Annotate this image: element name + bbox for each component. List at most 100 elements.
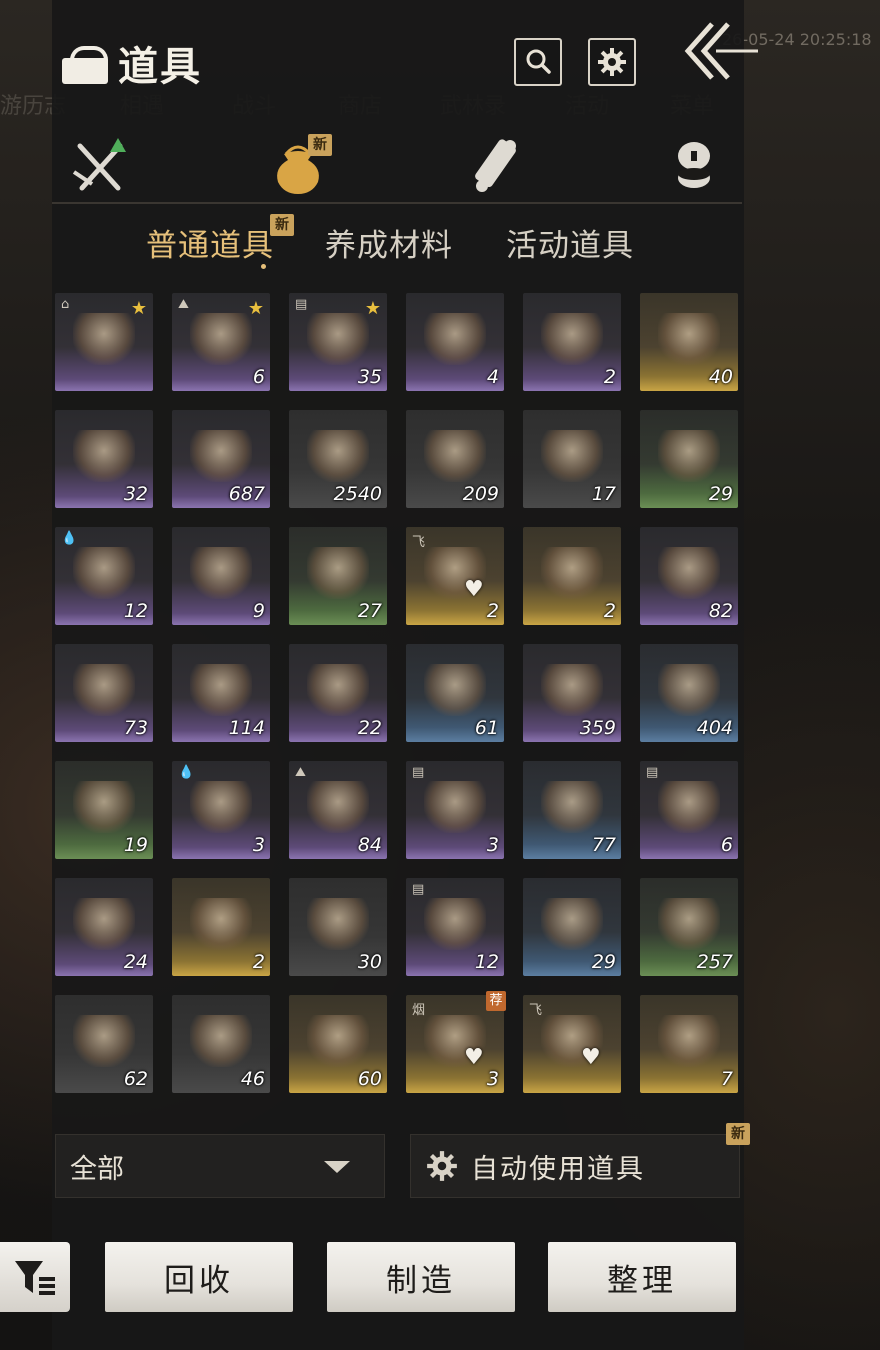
item-slot-red-envelope[interactable]: 22 [289, 644, 387, 742]
item-count: 359 [579, 717, 616, 739]
item-slot-ornate-token[interactable]: 32 [55, 410, 153, 508]
item-slot-spirit-shard[interactable]: 2 [523, 527, 621, 625]
item-slot-firewood[interactable]: 2540 [289, 410, 387, 508]
item-slot-bamboo-slips[interactable]: ⛰ ★ 6 [172, 293, 270, 391]
item-slot-gravel-pile[interactable]: 29 [640, 410, 738, 508]
war-horn-icon [541, 781, 603, 833]
wardrobe-chest-icon [658, 547, 720, 599]
tab-items[interactable]: 新 [262, 130, 334, 202]
tab-common-items[interactable]: 普通道具 [146, 220, 274, 265]
settings-button[interactable] [588, 38, 636, 86]
painting-scroll-icon [424, 664, 486, 716]
filter-button[interactable] [0, 1242, 70, 1312]
wild-fruit-icon [73, 1015, 135, 1067]
item-slot-carved-chest[interactable]: 687 [172, 410, 270, 508]
item-slot-wild-fruit[interactable]: 62 [55, 995, 153, 1093]
new-badge: 新 [308, 134, 332, 156]
item-count: 24 [123, 951, 148, 973]
item-slot-wardrobe-chest[interactable]: 82 [640, 527, 738, 625]
bamboo-slips-icon [73, 313, 135, 365]
item-tag: ▤ [646, 765, 659, 780]
spirit-shard-icon [190, 898, 252, 950]
recommended-badge: 荐 [486, 991, 506, 1011]
item-count: 60 [357, 1068, 382, 1090]
iron-ore-icon [424, 430, 486, 482]
item-count: 2 [486, 600, 499, 622]
category-tabs: 新 [52, 130, 742, 204]
item-slot-fabric-box[interactable]: 9 [172, 527, 270, 625]
auto-use-label: 自动使用道具 [471, 1153, 645, 1185]
item-slot-lantern-chest[interactable]: 2 [523, 293, 621, 391]
item-slot-manual-page[interactable]: ▤ ★ 35 [289, 293, 387, 391]
auto-use-button[interactable]: 自动使用道具 新 [410, 1123, 750, 1198]
back-button[interactable] [680, 20, 760, 82]
item-slot-porcelain-jar[interactable]: 29 [523, 878, 621, 976]
item-tag: 烟 [412, 1003, 426, 1018]
manual-page-icon [424, 781, 486, 833]
tab-event-items[interactable]: 活动道具 [506, 220, 634, 265]
item-slot-seed-sack[interactable]: 46 [172, 995, 270, 1093]
item-slot-iron-ore[interactable]: 209 [406, 410, 504, 508]
item-slot-magnifier-chest[interactable]: 4 [406, 293, 504, 391]
item-slot-dumpling-soup[interactable]: 💧 12 [55, 527, 153, 625]
item-slot-dye-box[interactable]: 404 [640, 644, 738, 742]
item-slot-jade-pendant[interactable]: 27 [289, 527, 387, 625]
item-slot-wardrobe-chest[interactable]: 114 [172, 644, 270, 742]
item-count: 6 [252, 366, 265, 388]
item-slot-purple-petals[interactable]: 257 [640, 878, 738, 976]
item-tag: ⌂ [61, 297, 70, 312]
tab-currency[interactable] [658, 130, 730, 202]
soap-box-icon [73, 664, 135, 716]
spirit-shard-icon [541, 547, 603, 599]
item-slot-wine-jar[interactable]: 30 [289, 878, 387, 976]
firewood-icon [307, 430, 369, 482]
item-slot-clay-pot-stew[interactable]: ⛰ 84 [289, 761, 387, 859]
item-slot-war-horn[interactable]: 77 [523, 761, 621, 859]
item-slot-seal-plaque[interactable]: 24 [55, 878, 153, 976]
tab-scrolls[interactable] [460, 130, 532, 202]
item-count: 2 [252, 951, 265, 973]
item-tag: ▤ [295, 297, 308, 312]
gift-box-icon [60, 40, 110, 86]
craft-button[interactable]: 制造 [327, 1242, 515, 1312]
item-slot-animal-pelt[interactable]: 17 [523, 410, 621, 508]
new-badge: 新 [270, 214, 294, 236]
item-slot-manual-page[interactable]: ▤ 3 [406, 761, 504, 859]
chevron-down-icon [324, 1161, 350, 1173]
manual-page-icon [424, 898, 486, 950]
category-dropdown[interactable]: 全部 [55, 1134, 385, 1198]
jade-pendant-icon [307, 547, 369, 599]
item-count: 46 [240, 1068, 265, 1090]
treasure-chest-icon [658, 1015, 720, 1067]
gear-icon [427, 1151, 457, 1181]
recycle-button[interactable]: 回收 [105, 1242, 293, 1312]
item-slot-treasure-chest[interactable]: 60 [289, 995, 387, 1093]
search-button[interactable] [514, 38, 562, 86]
item-slot-braised-dish[interactable]: 💧 3 [172, 761, 270, 859]
item-slot-bamboo-slips[interactable]: ⌂ ★ [55, 293, 153, 391]
item-slot-manual-page[interactable]: ▤ 6 [640, 761, 738, 859]
sub-tabs: 普通道具 新 养成材料 活动道具 [52, 212, 742, 272]
item-slot-treasure-chest[interactable]: 7 [640, 995, 738, 1093]
sort-button[interactable]: 整理 [548, 1242, 736, 1312]
item-slot-manual-page[interactable]: ▤ 12 [406, 878, 504, 976]
item-slot-crane-medallion[interactable]: 359 [523, 644, 621, 742]
fabric-box-icon [190, 547, 252, 599]
item-slot-plum-blossom[interactable]: 19 [55, 761, 153, 859]
item-slot-treasure-chest[interactable]: 40 [640, 293, 738, 391]
item-count: 3 [486, 834, 499, 856]
braised-dish-icon [190, 781, 252, 833]
item-slot-soap-box[interactable]: 73 [55, 644, 153, 742]
item-slot-gift-chest[interactable]: 飞 ♥ 2 [406, 527, 504, 625]
item-slot-painting-scroll[interactable]: 61 [406, 644, 504, 742]
star-icon: ★ [247, 298, 264, 319]
bamboo-slips-icon [190, 313, 252, 365]
item-count: 3 [252, 834, 265, 856]
item-count: 62 [123, 1068, 148, 1090]
item-slot-spirit-shard[interactable]: 2 [172, 878, 270, 976]
wardrobe-chest-icon [190, 664, 252, 716]
item-slot-gift-chest[interactable]: 飞 ♥ [523, 995, 621, 1093]
tab-equipment[interactable] [64, 130, 136, 202]
dye-box-icon [658, 664, 720, 716]
tab-growth-materials[interactable]: 养成材料 [325, 220, 453, 265]
